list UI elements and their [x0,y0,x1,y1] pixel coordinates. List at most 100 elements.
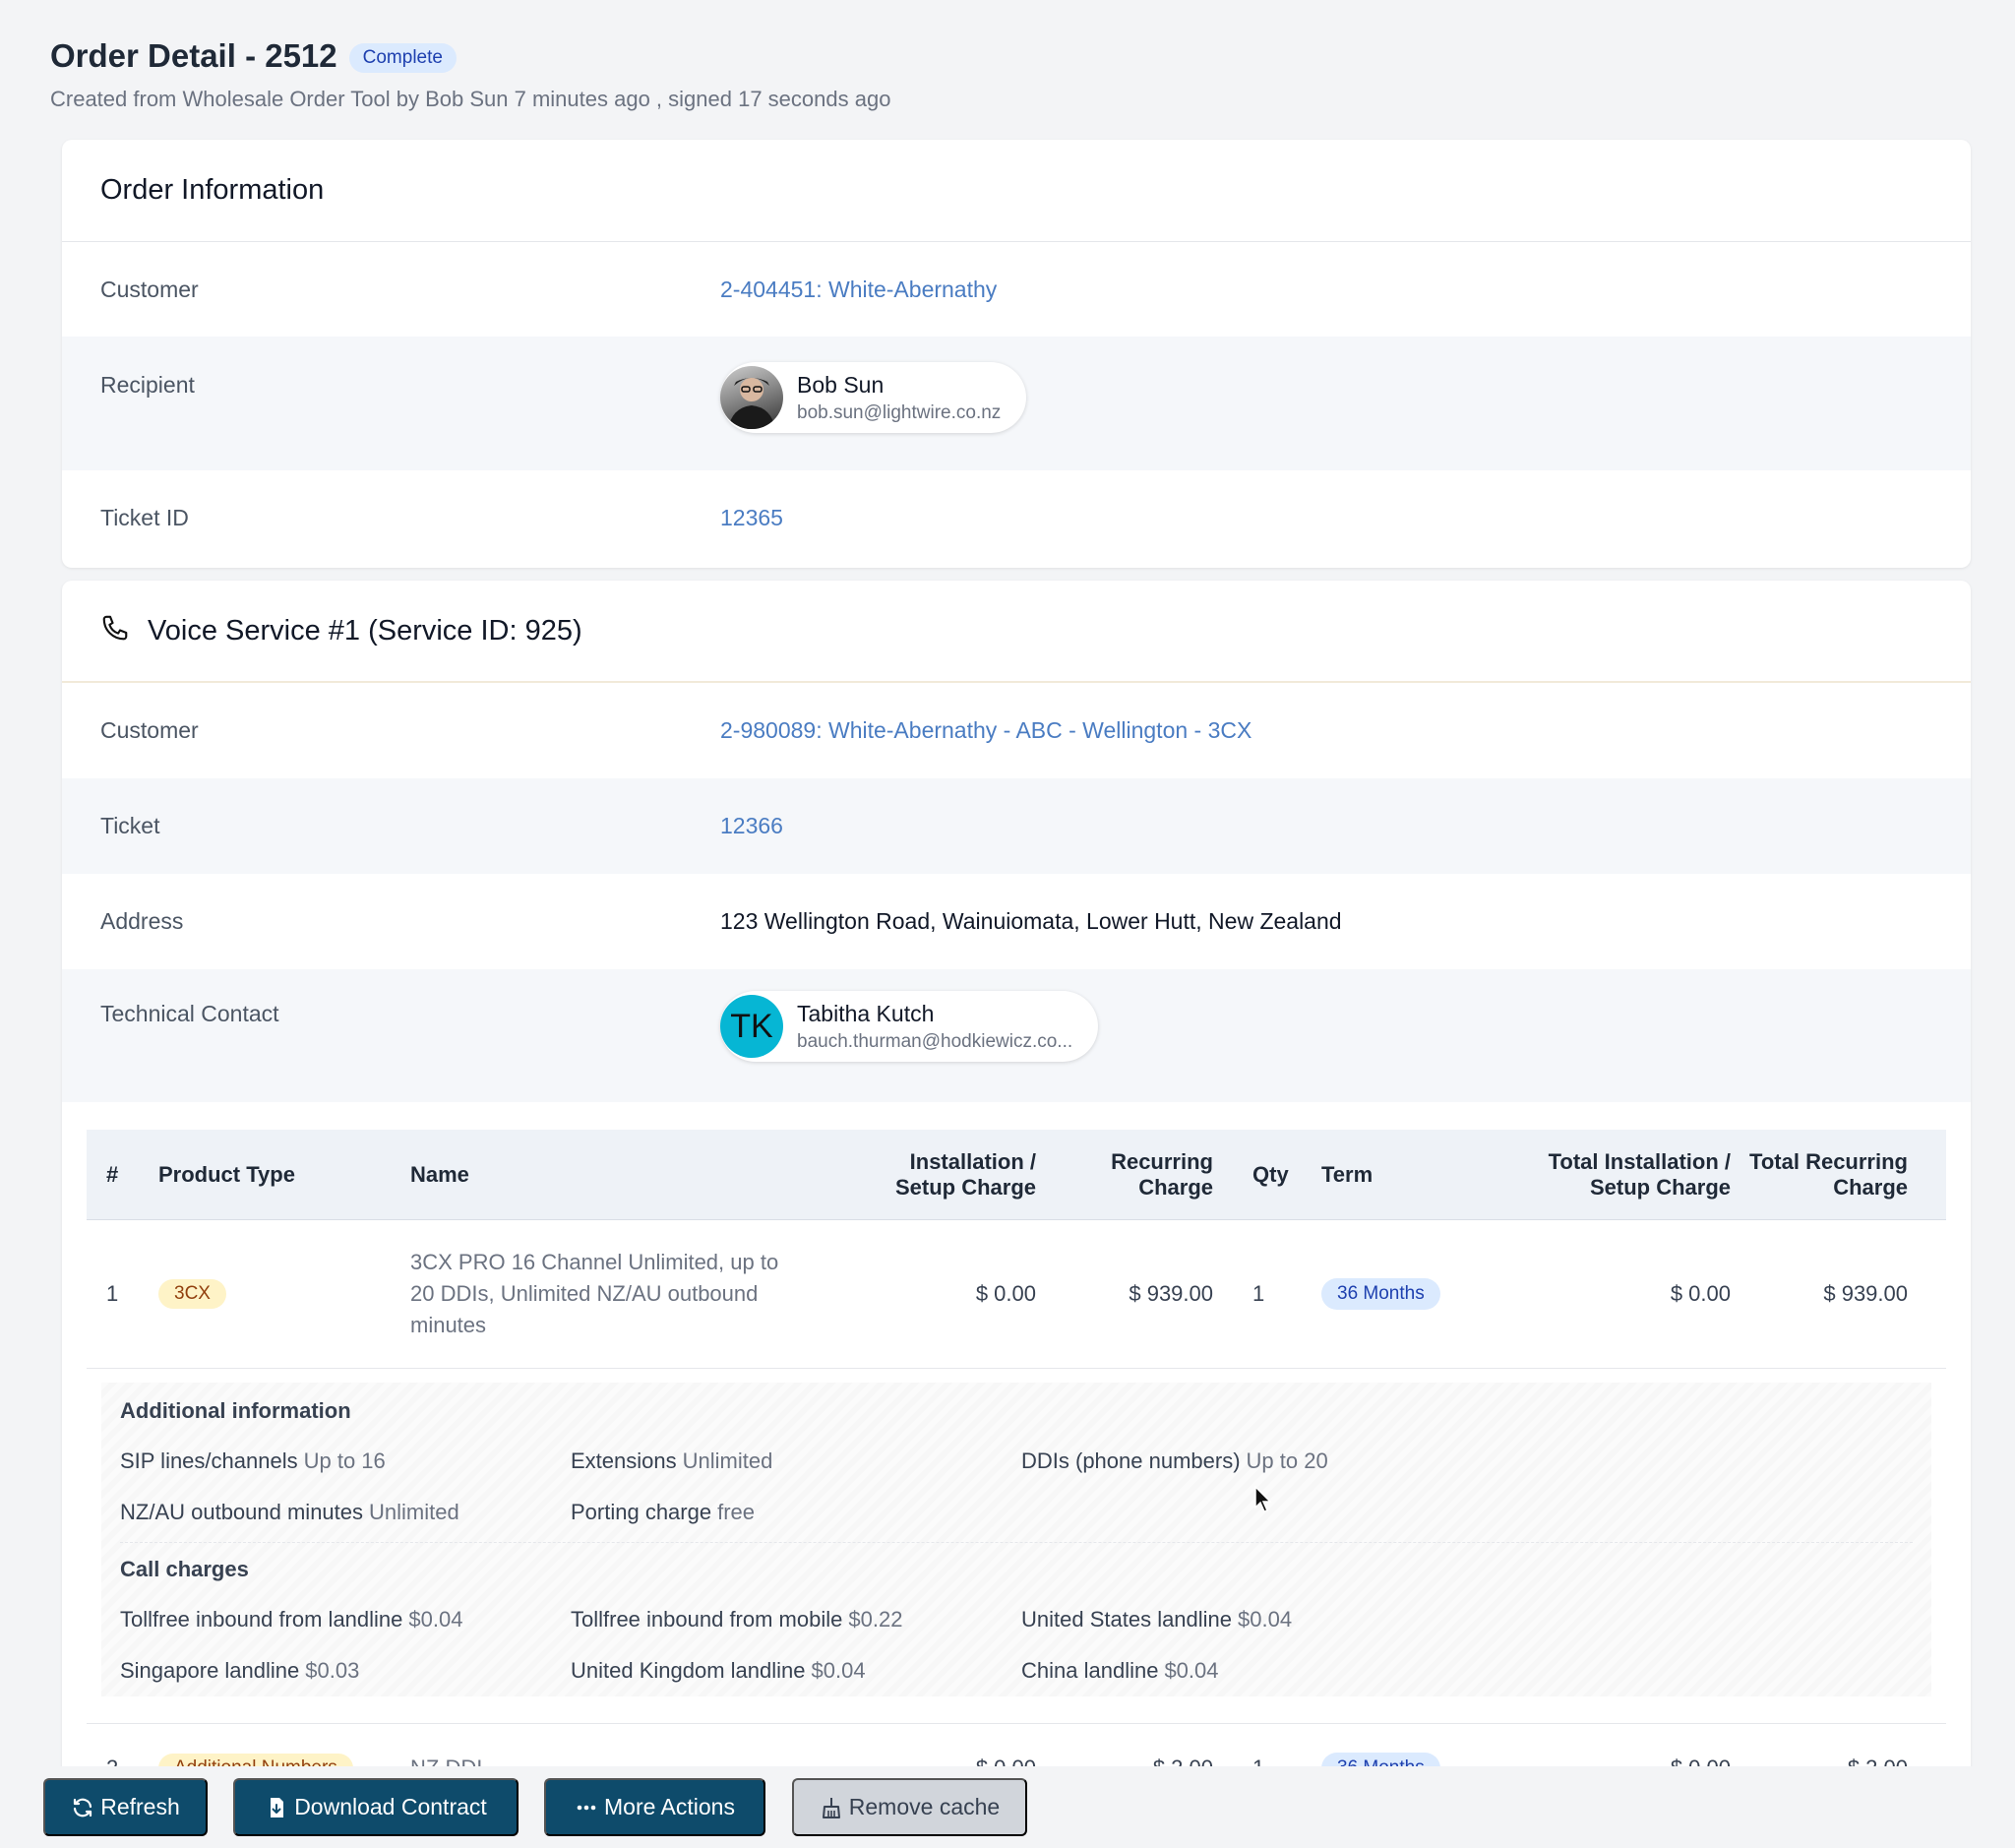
more-actions-button[interactable]: More Actions [544,1778,765,1836]
row-total-installation: $ 0.00 [1670,1281,1731,1306]
status-badge: Complete [348,43,457,73]
col-total-installation: Total Installation / Setup Charge [1485,1149,1731,1201]
additional-info-item: SIP lines/channels Up to 16 [120,1436,571,1487]
ticket-id-link[interactable]: 12365 [720,505,783,531]
technical-contact-row: Technical Contact TK Tabitha Kutch bauch… [62,969,1971,1102]
address-row: Address 123 Wellington Road, Wainuiomata… [62,874,1971,969]
call-charge-key: China landline [1021,1658,1159,1683]
row-installation: $ 0.00 [975,1281,1036,1306]
recipient-avatar [720,366,783,429]
voice-customer-link[interactable]: 2-980089: White-Abernathy - ABC - Wellin… [720,717,1252,744]
voice-service-card: Voice Service #1 (Service ID: 925) Custo… [62,581,1971,1848]
mouse-cursor-icon [1254,1486,1272,1512]
call-charge-item: Tollfree inbound from mobile $0.22 [571,1594,1021,1645]
call-charges-section: Call charges Tollfree inbound from landl… [120,1542,1913,1696]
call-charge-value: $0.03 [305,1658,360,1683]
col-recurring-line2: Charge [1138,1174,1213,1200]
recipient-label: Recipient [100,372,195,398]
col-total-installation-line1: Total Installation / [1548,1148,1731,1174]
technical-contact-name: Tabitha Kutch [797,1000,935,1026]
additional-info-value: Up to 16 [303,1448,386,1473]
voice-ticket-label: Ticket [100,813,160,838]
call-charge-value: $0.04 [811,1658,866,1683]
call-charge-key: Tollfree inbound from landline [120,1607,403,1632]
call-charge-key: Singapore landline [120,1658,300,1683]
voice-ticket-link[interactable]: 12366 [720,813,783,839]
col-name: Name [410,1161,469,1187]
additional-info-item: NZ/AU outbound minutes Unlimited [120,1487,571,1538]
call-charge-value: $0.22 [848,1607,903,1632]
term-badge: 36 Months [1321,1278,1440,1310]
col-total-installation-line2: Setup Charge [1589,1174,1731,1200]
call-charge-value: $0.04 [1164,1658,1219,1683]
additional-info-item: DDIs (phone numbers) Up to 20 [1021,1436,1472,1487]
col-num: # [106,1161,119,1187]
call-charge-key: United Kingdom landline [571,1658,806,1683]
download-contract-label: Download Contract [294,1794,487,1819]
col-term: Term [1321,1161,1374,1187]
recipient-row: Recipient Bob Sun bob.sun@lightwire.co.n… [62,337,1971,470]
additional-info-value: Unlimited [369,1500,459,1524]
additional-info-key: Extensions [571,1448,677,1473]
refresh-button[interactable]: Refresh [43,1778,208,1836]
voice-customer-row: Customer 2-980089: White-Abernathy - ABC… [62,683,1971,778]
phone-icon [102,615,128,641]
refresh-label: Refresh [100,1794,180,1819]
call-charges-grid: Tollfree inbound from landline $0.04 Tollf… [120,1594,1913,1696]
remove-cache-button[interactable]: Remove cache [792,1778,1027,1836]
row-recurring: $ 939.00 [1129,1281,1213,1306]
person-photo-icon [728,378,775,429]
additional-info-value: Unlimited [682,1448,773,1473]
additional-info-value: free [717,1500,756,1524]
call-charge-value: $0.04 [408,1607,463,1632]
col-qty: Qty [1252,1161,1289,1187]
order-customer-link[interactable]: 2-404451: White-Abernathy [720,277,997,303]
col-installation-line1: Installation / [909,1148,1036,1174]
col-product-type: Product Type [158,1161,295,1187]
technical-contact-email: bauch.thurman@hodkiewicz.co... [797,1030,1073,1052]
address-value: 123 Wellington Road, Wainuiomata, Lower … [720,908,1342,934]
recipient-name: Bob Sun [797,371,885,398]
order-information-card: Order Information Customer 2-404451: Whi… [62,140,1971,568]
col-total-recurring-line1: Total Recurring [1749,1148,1908,1174]
row-num: 1 [106,1281,119,1306]
ellipsis-icon [577,1805,596,1810]
voice-service-title: Voice Service #1 (Service ID: 925) [148,614,582,647]
row-qty: 1 [1252,1281,1265,1306]
remove-cache-label: Remove cache [848,1794,1001,1819]
product-type-badge: 3CX [158,1279,226,1309]
row-total-recurring: $ 939.00 [1823,1281,1908,1306]
additional-info-key: DDIs (phone numbers) [1021,1448,1241,1473]
col-installation: Installation / Setup Charge [804,1149,1036,1201]
voice-service-header: Voice Service #1 (Service ID: 925) [62,581,1971,683]
additional-info-key: SIP lines/channels [120,1448,298,1473]
address-label: Address [100,908,184,934]
ticket-id-row: Ticket ID 12365 [62,470,1971,565]
table-row: 1 3CX 3CX PRO 16 Channel Unlimited, up t… [87,1220,1946,1368]
col-total-recurring-line2: Charge [1833,1174,1908,1200]
table-header: # Product Type Name Installation / Setup… [87,1130,1946,1220]
call-charge-item: Tollfree inbound from landline $0.04 [120,1594,571,1645]
call-charge-item: United States landline $0.04 [1021,1594,1472,1645]
technical-contact-chip[interactable]: TK Tabitha Kutch bauch.thurman@hodkiewic… [720,991,1099,1062]
col-recurring-line1: Recurring [1111,1148,1213,1174]
additional-info-title: Additional information [120,1398,351,1423]
call-charge-value: $0.04 [1238,1607,1293,1632]
products-table: # Product Type Name Installation / Setup… [87,1130,1946,1813]
recipient-chip[interactable]: Bob Sun bob.sun@lightwire.co.nz [720,362,1027,433]
call-charge-item: United Kingdom landline $0.04 [571,1645,1021,1696]
additional-info-value: Up to 20 [1246,1448,1328,1473]
more-actions-label: More Actions [604,1794,735,1819]
refresh-icon [74,1798,92,1817]
additional-info-grid: SIP lines/channels Up to 16 Extensions Unli… [120,1436,1913,1538]
voice-ticket-row: Ticket 12366 [62,778,1971,874]
call-charge-item: China landline $0.04 [1021,1645,1472,1696]
broom-icon [822,1797,840,1818]
col-total-recurring: Total Recurring Charge [1731,1149,1927,1201]
row-details: Additional information SIP lines/channel… [87,1368,1946,1724]
call-charge-item: Singapore landline $0.03 [120,1645,571,1696]
row-name: 3CX PRO 16 Channel Unlimited, up to 20 D… [410,1250,779,1337]
additional-info-key: Porting charge [571,1500,712,1524]
additional-info-panel: Additional information SIP lines/channel… [101,1383,1931,1696]
download-contract-button[interactable]: Download Contract [233,1778,519,1836]
